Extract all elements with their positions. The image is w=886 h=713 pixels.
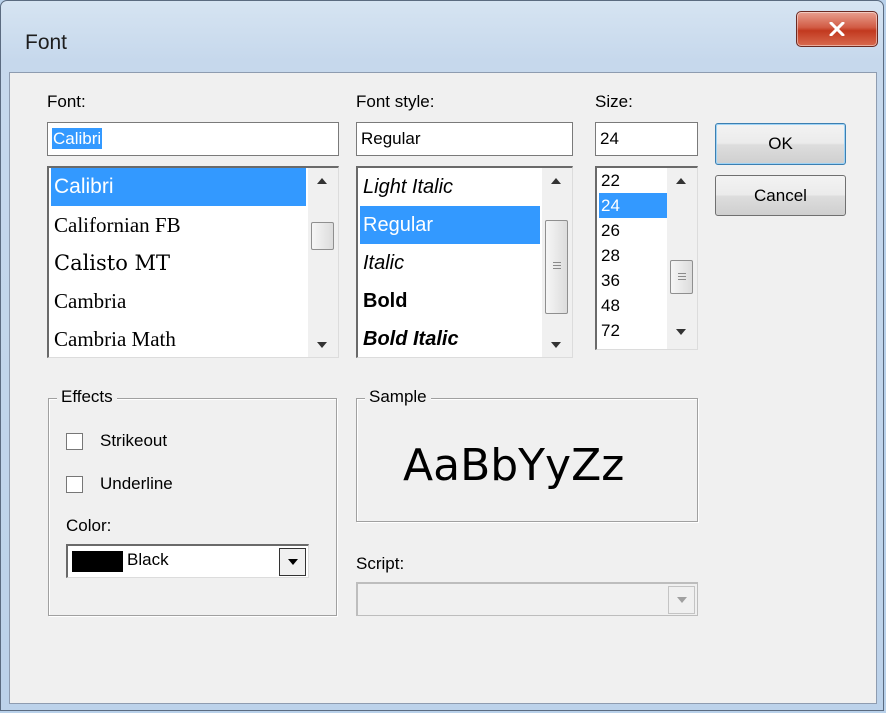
underline-checkbox[interactable]	[66, 476, 83, 493]
font-style-list-item[interactable]: Bold	[360, 282, 407, 320]
dialog-client-area: Font: Calibri Calibri Californian FB Cal…	[9, 72, 877, 704]
font-list-scrollbar[interactable]	[308, 168, 338, 357]
size-input[interactable]: 24	[595, 122, 698, 156]
font-name-value: Calibri	[52, 128, 103, 149]
scroll-up-arrow-icon[interactable]	[317, 178, 327, 184]
effects-group-title: Effects	[57, 387, 117, 407]
size-list-item[interactable]: 22	[599, 168, 620, 193]
font-name-input[interactable]: Calibri	[47, 122, 339, 156]
font-style-list-scrollbar[interactable]	[542, 168, 572, 357]
font-style-list-item[interactable]: Regular	[360, 206, 540, 244]
scroll-thumb[interactable]	[545, 220, 568, 314]
scroll-down-arrow-icon[interactable]	[551, 342, 561, 348]
underline-label[interactable]: Underline	[100, 474, 173, 494]
script-dropdown[interactable]	[356, 582, 698, 616]
scroll-up-arrow-icon[interactable]	[676, 178, 686, 184]
sample-preview-text: AaBbYyZz	[403, 440, 625, 491]
font-style-list-item[interactable]: Italic	[360, 244, 404, 282]
chevron-down-icon	[287, 559, 298, 565]
script-label: Script:	[356, 554, 405, 573]
font-style-label: Font style:	[356, 92, 435, 111]
strikeout-checkbox[interactable]	[66, 433, 83, 450]
scroll-down-arrow-icon[interactable]	[676, 329, 686, 335]
size-list-item[interactable]: 24	[599, 193, 669, 218]
font-list-item[interactable]: Cambria Math	[51, 320, 176, 357]
font-list-item[interactable]: Californian FB	[51, 206, 181, 244]
color-dropdown[interactable]: Black	[66, 544, 309, 578]
size-list-item[interactable]: 36	[599, 268, 620, 293]
scroll-up-arrow-icon[interactable]	[551, 178, 561, 184]
font-dialog-window: Font Font: Calibri Calibri Californian F…	[0, 0, 884, 711]
ok-button[interactable]: OK	[715, 123, 846, 165]
strikeout-label[interactable]: Strikeout	[100, 431, 167, 451]
close-icon	[829, 22, 845, 36]
font-label: Font:	[47, 92, 86, 111]
script-dropdown-button[interactable]	[668, 586, 695, 614]
title-bar[interactable]: Font	[1, 1, 883, 71]
font-list-item[interactable]: Cambria	[51, 282, 126, 320]
window-title: Font	[25, 31, 68, 54]
font-list-item[interactable]: Calibri	[51, 168, 306, 206]
scroll-thumb[interactable]	[670, 260, 693, 294]
scroll-down-arrow-icon[interactable]	[317, 342, 327, 348]
close-button[interactable]	[796, 11, 878, 47]
size-list-item[interactable]: 48	[599, 293, 620, 318]
font-list-item[interactable]: Calisto MT	[51, 244, 170, 282]
sample-group-title: Sample	[365, 387, 431, 407]
size-list-item[interactable]: 28	[599, 243, 620, 268]
size-list[interactable]: 22 24 26 28 36 48 72	[595, 166, 698, 350]
size-list-scrollbar[interactable]	[667, 168, 697, 349]
effects-group	[48, 398, 337, 616]
size-list-item[interactable]: 72	[599, 318, 620, 343]
color-value: Black	[127, 550, 169, 569]
font-list[interactable]: Calibri Californian FB Calisto MT Cambri…	[47, 166, 339, 358]
chevron-down-icon	[676, 597, 687, 603]
size-label: Size:	[595, 92, 633, 111]
scroll-thumb[interactable]	[311, 222, 334, 250]
color-swatch	[72, 551, 123, 572]
font-style-list-item[interactable]: Bold Italic	[360, 320, 459, 357]
font-style-list[interactable]: Light Italic Regular Italic Bold Bold It…	[356, 166, 573, 358]
color-dropdown-button[interactable]	[279, 548, 306, 576]
size-value: 24	[600, 129, 619, 148]
font-style-list-item[interactable]: Light Italic	[360, 168, 453, 206]
color-label: Color:	[66, 516, 112, 535]
font-style-value: Regular	[361, 129, 421, 148]
cancel-button[interactable]: Cancel	[715, 175, 846, 216]
size-list-item[interactable]: 26	[599, 218, 620, 243]
font-style-input[interactable]: Regular	[356, 122, 573, 156]
